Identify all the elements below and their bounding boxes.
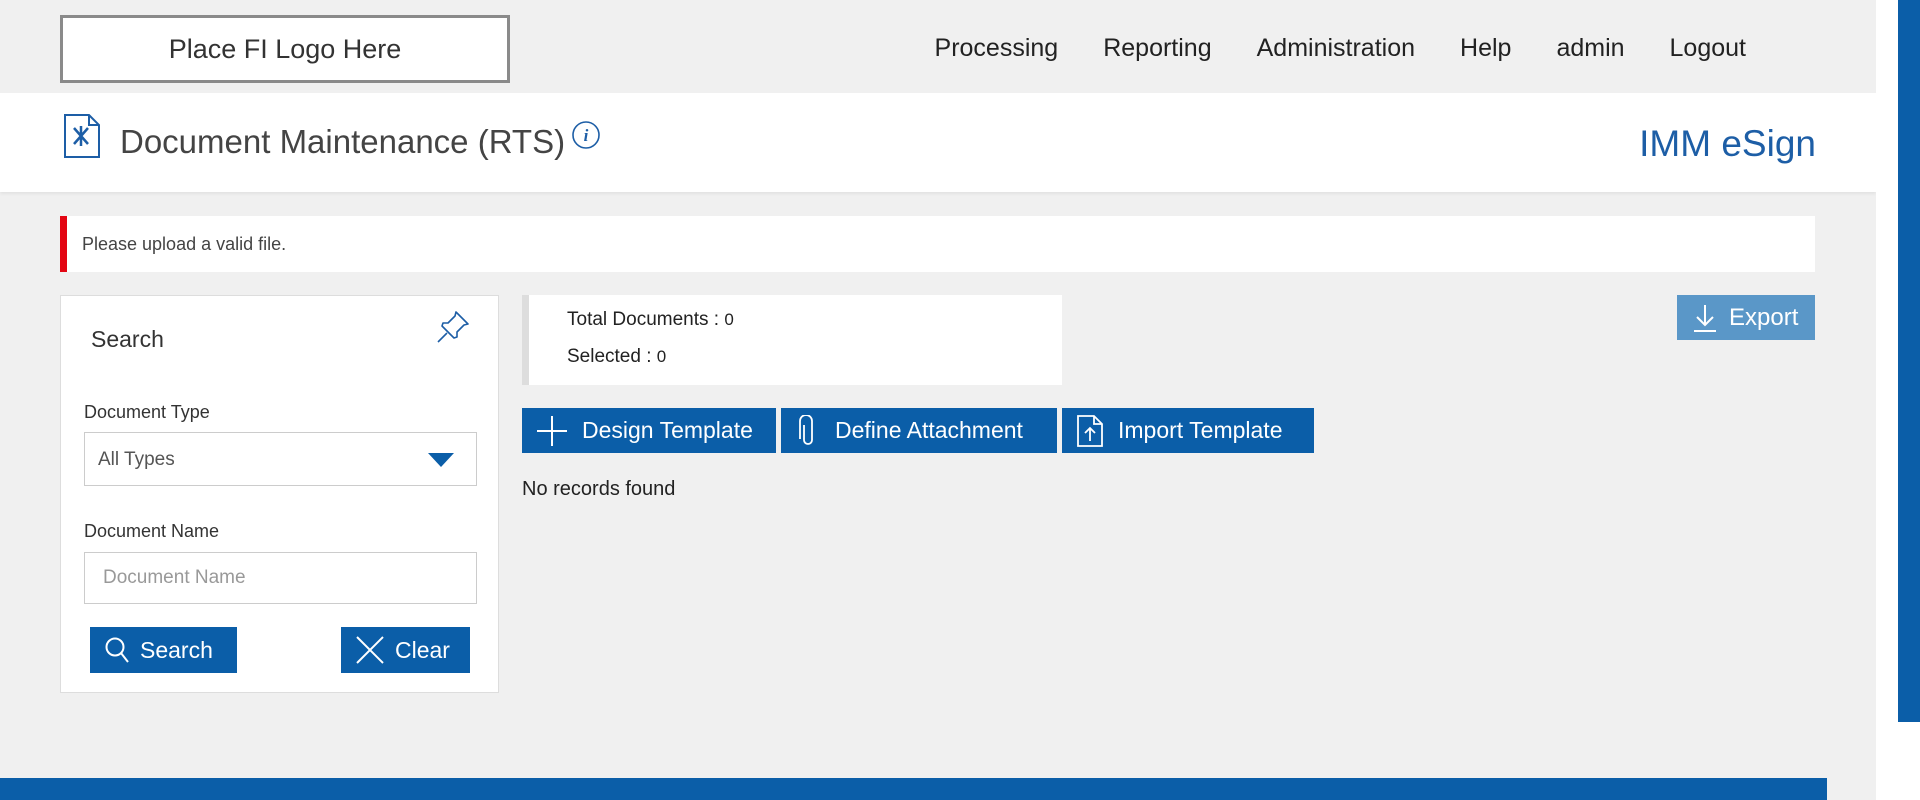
design-template-label: Design Template <box>582 417 753 443</box>
footer-bar <box>0 778 1827 800</box>
define-attachment-button[interactable]: Define Attachment <box>781 408 1057 453</box>
download-icon <box>1694 304 1716 332</box>
document-name-label: Document Name <box>84 521 220 541</box>
total-documents: Total Documents : 0 <box>567 309 734 331</box>
info-icon[interactable]: i <box>571 120 601 150</box>
design-template-button[interactable]: Design Template <box>522 408 776 453</box>
main-nav: Processing Reporting Administration Help… <box>935 34 1746 63</box>
plus-icon <box>537 415 567 446</box>
brand-name: IMM eSign <box>1639 123 1816 164</box>
search-button-label: Search <box>140 636 213 663</box>
nav-logout[interactable]: Logout <box>1670 34 1746 63</box>
define-attachment-label: Define Attachment <box>835 417 1023 443</box>
selected-documents: Selected : 0 <box>567 346 666 368</box>
search-icon <box>105 637 129 663</box>
search-panel: Search Document Type All Types Document … <box>60 295 499 693</box>
selected-label: Selected : <box>567 346 657 367</box>
document-name-input[interactable] <box>84 552 477 604</box>
total-documents-value: 0 <box>724 310 734 329</box>
page-title: Document Maintenance (RTS) <box>120 123 566 160</box>
close-icon <box>356 636 384 664</box>
document-tools-icon <box>64 114 100 158</box>
clear-button[interactable]: Clear <box>341 627 470 673</box>
search-panel-title: Search <box>91 326 164 352</box>
logo-placeholder: Place FI Logo Here <box>60 15 510 83</box>
error-alert: Please upload a valid file. <box>60 216 1815 272</box>
total-documents-label: Total Documents : <box>567 309 725 330</box>
file-upload-icon <box>1077 414 1103 447</box>
nav-help[interactable]: Help <box>1460 34 1511 63</box>
title-bar: Document Maintenance (RTS) i IMM eSign <box>0 93 1876 192</box>
scrollbar-thumb[interactable] <box>1898 0 1920 722</box>
export-button-label: Export <box>1729 303 1799 331</box>
top-bar: Place FI Logo Here Processing Reporting … <box>0 0 1876 93</box>
nav-user-admin[interactable]: admin <box>1556 34 1624 63</box>
import-template-label: Import Template <box>1118 417 1283 443</box>
search-button[interactable]: Search <box>90 627 237 673</box>
paperclip-icon <box>799 414 813 445</box>
nav-reporting[interactable]: Reporting <box>1103 34 1211 63</box>
pin-icon[interactable] <box>434 306 474 346</box>
nav-administration[interactable]: Administration <box>1257 34 1415 63</box>
document-type-select[interactable]: All Types <box>84 432 477 486</box>
alert-message: Please upload a valid file. <box>82 233 287 254</box>
no-records-message: No records found <box>522 478 676 500</box>
clear-button-label: Clear <box>395 636 450 663</box>
svg-text:i: i <box>584 126 589 145</box>
caret-down-icon <box>428 453 454 467</box>
document-type-label: Document Type <box>84 402 210 422</box>
import-template-button[interactable]: Import Template <box>1062 408 1314 453</box>
selected-value: 0 <box>656 347 667 366</box>
nav-processing[interactable]: Processing <box>935 34 1059 63</box>
document-summary: Total Documents : 0 Selected : 0 <box>522 295 1062 385</box>
document-type-value: All Types <box>98 449 175 470</box>
export-button[interactable]: Export <box>1677 295 1815 340</box>
